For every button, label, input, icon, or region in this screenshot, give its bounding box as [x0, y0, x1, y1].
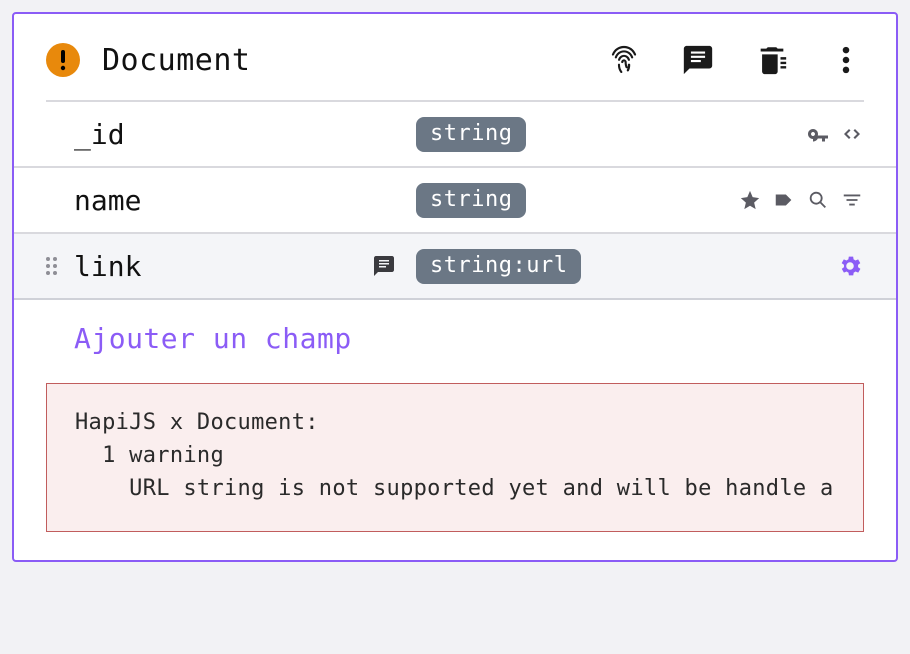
- more-icon[interactable]: [828, 42, 864, 78]
- fingerprint-icon[interactable]: [606, 42, 642, 78]
- field-name: _id: [74, 118, 125, 151]
- document-panel: Document _id string: [12, 12, 898, 562]
- row-comment-icon[interactable]: [372, 254, 396, 278]
- panel-header: Document: [14, 42, 896, 100]
- type-badge: string: [416, 183, 526, 218]
- warning-title: HapiJS x Document:: [75, 410, 319, 435]
- field-row-link[interactable]: link string:url: [14, 234, 896, 300]
- header-actions: [606, 42, 864, 78]
- add-field-button[interactable]: Ajouter un champ: [14, 300, 896, 383]
- filter-icon: [840, 188, 864, 212]
- warning-count: 1 warning: [75, 443, 224, 468]
- star-icon: [738, 188, 762, 212]
- field-row-name[interactable]: name string: [14, 168, 896, 234]
- type-badge: string: [416, 117, 526, 152]
- drag-handle-icon[interactable]: [46, 257, 60, 275]
- warning-output: HapiJS x Document: 1 warning URL string …: [46, 383, 864, 532]
- gear-icon[interactable]: [836, 252, 864, 280]
- field-row-id[interactable]: _id string: [14, 102, 896, 168]
- field-name: link: [74, 250, 141, 283]
- code-icon: [840, 122, 864, 146]
- comment-icon[interactable]: [680, 42, 716, 78]
- warning-message: URL string is not supported yet and will…: [75, 476, 834, 501]
- panel-title: Document: [102, 43, 251, 78]
- tag-icon: [772, 188, 796, 212]
- field-name: name: [74, 184, 141, 217]
- key-icon: [806, 122, 830, 146]
- search-icon: [806, 188, 830, 212]
- type-badge: string:url: [416, 249, 581, 284]
- delete-icon[interactable]: [754, 42, 790, 78]
- warning-badge-icon: [46, 43, 80, 77]
